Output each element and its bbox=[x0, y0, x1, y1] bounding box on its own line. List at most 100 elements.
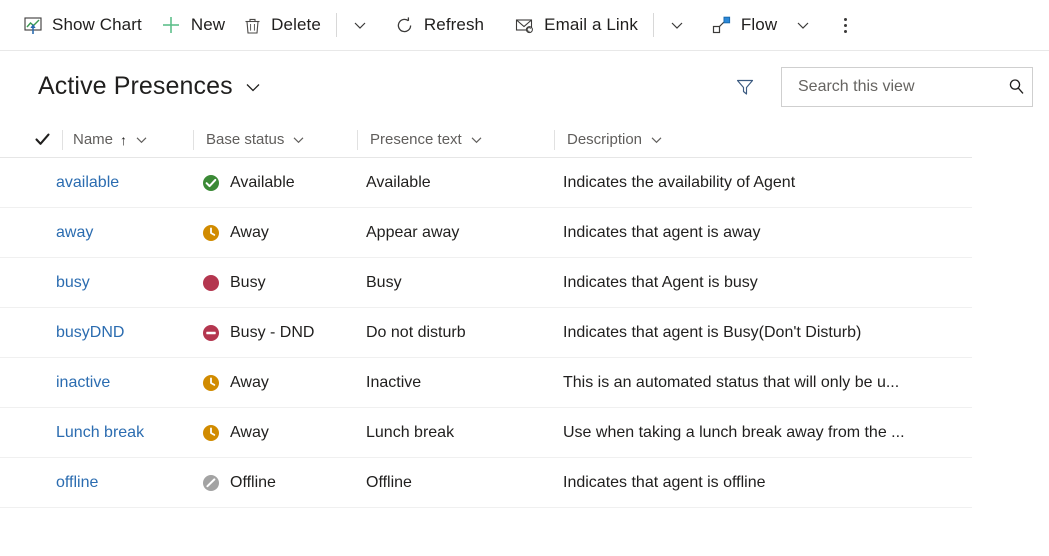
cell-base-status: Offline bbox=[202, 458, 366, 507]
cell-base-status: Busy - DND bbox=[202, 308, 366, 357]
table-row[interactable]: busy Busy Busy Indicates that Agent is busy bbox=[0, 258, 972, 308]
table-row[interactable]: Lunch break Away Lunch break Use when takin… bbox=[0, 408, 972, 458]
base-status-label: Offline bbox=[230, 473, 276, 491]
table-row[interactable]: offline Offline Offline Indicates that agen… bbox=[0, 458, 972, 508]
chevron-down-icon bbox=[671, 22, 683, 29]
data-grid: Name ↑ Base status Presence text Descrip… bbox=[0, 122, 1049, 508]
search-icon[interactable] bbox=[1007, 76, 1026, 98]
select-all-checkbox[interactable] bbox=[28, 131, 56, 148]
available-icon bbox=[203, 174, 219, 191]
record-link[interactable]: available bbox=[56, 174, 119, 192]
email-a-link-label: Email a Link bbox=[544, 15, 638, 34]
table-row[interactable]: inactive Away Inactive This is an automated… bbox=[0, 358, 972, 408]
cell-presence-text: Available bbox=[366, 173, 431, 191]
column-header-label: Presence text bbox=[370, 131, 462, 148]
view-selector[interactable]: Active Presences bbox=[38, 72, 262, 101]
base-status-label: Away bbox=[230, 373, 269, 391]
away-icon bbox=[203, 224, 219, 241]
cell-name: Lunch break bbox=[56, 408, 202, 457]
new-button[interactable]: New bbox=[151, 5, 234, 45]
cell-name: busyDND bbox=[56, 308, 202, 357]
away-icon bbox=[203, 374, 219, 391]
search-input[interactable] bbox=[796, 76, 1007, 97]
checkmark-icon bbox=[34, 133, 50, 145]
table-row[interactable]: away Away Appear away Indicates that agent … bbox=[0, 208, 972, 258]
cell-base-status: Busy bbox=[202, 258, 366, 307]
view-header-actions bbox=[727, 66, 1049, 107]
grid-header-row: Name ↑ Base status Presence text Descrip… bbox=[0, 122, 972, 158]
grid-body: available Available Available Indicates the… bbox=[0, 158, 1049, 508]
show-chart-label: Show Chart bbox=[52, 15, 142, 34]
chevron-down-icon bbox=[354, 22, 366, 29]
cell-name: available bbox=[56, 158, 202, 207]
ellipsis-dot bbox=[843, 29, 847, 33]
filter-icon[interactable] bbox=[727, 69, 763, 105]
record-link[interactable]: inactive bbox=[56, 374, 110, 392]
cell-presence-text: Offline bbox=[366, 473, 412, 491]
cell-presence-text: Busy bbox=[366, 273, 402, 291]
page-title: Active Presences bbox=[38, 72, 233, 100]
ellipsis-dot bbox=[843, 23, 847, 27]
column-header-presence-text[interactable]: Presence text bbox=[358, 122, 554, 158]
email-a-link-button[interactable]: Email a Link bbox=[505, 5, 647, 45]
ellipsis-dot bbox=[843, 17, 847, 21]
column-header-label: Name bbox=[73, 131, 114, 148]
base-status-label: Available bbox=[230, 173, 295, 191]
column-header-label: Description bbox=[567, 131, 643, 148]
cell-base-status: Away bbox=[202, 208, 366, 257]
cell-description: Indicates that agent is away bbox=[563, 223, 761, 241]
table-row[interactable]: busyDND Busy - DND Do not disturb Indicates… bbox=[0, 308, 972, 358]
delete-button[interactable]: Delete bbox=[234, 5, 330, 45]
busy-icon bbox=[203, 274, 219, 291]
cell-description: Indicates that agent is offline bbox=[563, 473, 766, 491]
table-row[interactable]: available Available Available Indicates the… bbox=[0, 158, 972, 208]
cell-presence-text: Do not disturb bbox=[366, 323, 466, 341]
away-icon bbox=[203, 424, 219, 441]
record-link[interactable]: Lunch break bbox=[56, 424, 144, 442]
flow-label: Flow bbox=[740, 15, 778, 34]
envelope-icon bbox=[514, 15, 535, 36]
chevron-down-icon[interactable] bbox=[470, 133, 483, 146]
flow-button[interactable]: Flow bbox=[702, 5, 786, 45]
email-overflow-chevron[interactable] bbox=[660, 5, 694, 45]
chevron-down-icon[interactable] bbox=[292, 133, 305, 146]
plus-icon bbox=[160, 14, 182, 36]
base-status-label: Away bbox=[230, 223, 269, 241]
cell-presence-text: Lunch break bbox=[366, 423, 455, 441]
chevron-down-icon bbox=[797, 22, 809, 29]
cell-name: away bbox=[56, 208, 202, 257]
cell-base-status: Away bbox=[202, 408, 366, 457]
flow-chevron[interactable] bbox=[786, 5, 820, 45]
record-link[interactable]: busyDND bbox=[56, 324, 124, 342]
chevron-down-icon[interactable] bbox=[135, 133, 148, 146]
record-link[interactable]: offline bbox=[56, 474, 98, 492]
column-header-name[interactable]: Name ↑ bbox=[63, 122, 193, 158]
column-header-label: Base status bbox=[206, 131, 285, 148]
record-link[interactable]: busy bbox=[56, 274, 90, 292]
cell-name: busy bbox=[56, 258, 202, 307]
cell-base-status: Available bbox=[202, 158, 366, 207]
chart-icon bbox=[23, 15, 43, 35]
search-box[interactable] bbox=[781, 66, 1033, 107]
cell-description: Indicates that agent is Busy(Don't Distu… bbox=[563, 323, 862, 341]
cell-description: This is an automated status that will on… bbox=[563, 373, 900, 391]
more-commands-button[interactable] bbox=[828, 5, 862, 45]
sort-ascending-icon: ↑ bbox=[120, 131, 128, 148]
command-bar: Show Chart New Delete Refresh Email a Li… bbox=[0, 0, 1049, 51]
cell-presence-text: Inactive bbox=[366, 373, 422, 391]
view-header: Active Presences bbox=[0, 51, 1049, 122]
chevron-down-icon[interactable] bbox=[650, 133, 663, 146]
cell-description: Indicates that Agent is busy bbox=[563, 273, 758, 291]
cell-presence-text: Appear away bbox=[366, 223, 460, 241]
delete-overflow-chevron[interactable] bbox=[343, 5, 377, 45]
cell-description: Indicates the availability of Agent bbox=[563, 173, 796, 191]
record-link[interactable]: away bbox=[56, 224, 93, 242]
new-label: New bbox=[190, 15, 226, 34]
base-status-label: Away bbox=[230, 423, 269, 441]
base-status-label: Busy bbox=[230, 273, 266, 291]
column-header-base-status[interactable]: Base status bbox=[194, 122, 357, 158]
refresh-button[interactable]: Refresh bbox=[385, 5, 493, 45]
cell-name: inactive bbox=[56, 358, 202, 407]
show-chart-button[interactable]: Show Chart bbox=[14, 5, 151, 45]
column-header-description[interactable]: Description bbox=[555, 122, 972, 158]
